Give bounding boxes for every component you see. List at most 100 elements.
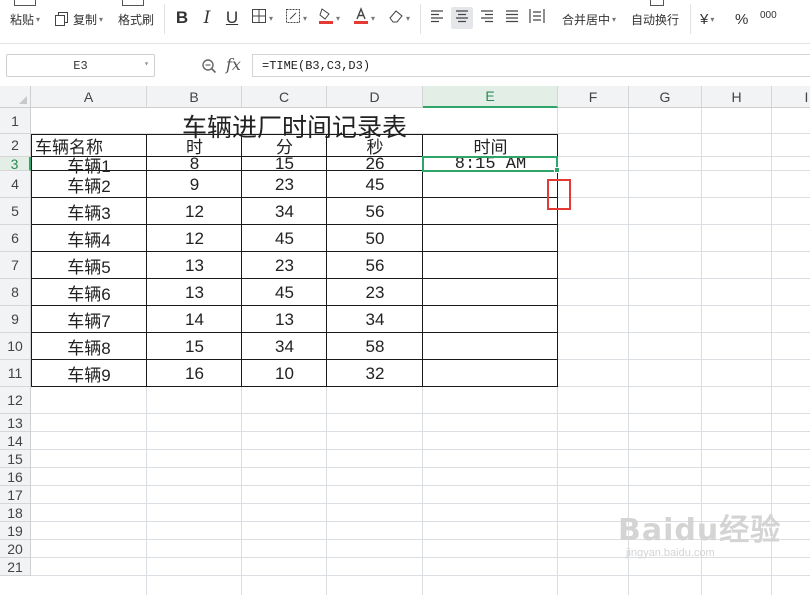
- second-cell[interactable]: 32: [327, 360, 423, 387]
- cell-style-dropdown-icon[interactable]: ▾: [303, 14, 307, 23]
- hour-cell[interactable]: 12: [147, 198, 242, 225]
- align-left-button[interactable]: [427, 7, 447, 29]
- hour-cell[interactable]: 16: [147, 360, 242, 387]
- second-cell[interactable]: 45: [327, 171, 423, 198]
- time-cell[interactable]: [423, 306, 558, 333]
- column-header-c[interactable]: C: [242, 86, 327, 108]
- row-header-5[interactable]: 5: [0, 198, 31, 225]
- fill-color-dropdown-icon[interactable]: ▾: [336, 14, 340, 23]
- hour-cell[interactable]: 8: [147, 154, 242, 173]
- row-header-14[interactable]: 14: [0, 432, 31, 450]
- minute-cell[interactable]: 13: [242, 306, 327, 333]
- copy-dropdown-icon[interactable]: ▾: [99, 15, 103, 24]
- time-cell[interactable]: [423, 252, 558, 279]
- vehicle-name-cell[interactable]: 车辆8: [31, 333, 147, 360]
- vehicle-name-cell[interactable]: 车辆3: [31, 198, 147, 225]
- row-header-15[interactable]: 15: [0, 450, 31, 468]
- row-header-2[interactable]: 2: [0, 134, 31, 157]
- wrap-text-button[interactable]: 自动换行: [631, 0, 679, 38]
- column-header-d[interactable]: D: [327, 86, 423, 108]
- hour-cell[interactable]: 12: [147, 225, 242, 252]
- minute-cell[interactable]: 15: [242, 154, 327, 173]
- row-header-4[interactable]: 4: [0, 171, 31, 198]
- percent-format-button[interactable]: %: [735, 0, 748, 38]
- vehicle-name-cell[interactable]: 车辆5: [31, 252, 147, 279]
- border-dropdown-icon[interactable]: ▾: [269, 14, 273, 23]
- column-header-b[interactable]: B: [147, 86, 242, 108]
- minute-cell[interactable]: 10: [242, 360, 327, 387]
- vehicle-name-cell[interactable]: 车辆1: [31, 157, 147, 176]
- time-cell[interactable]: [423, 225, 558, 252]
- fill-handle[interactable]: [554, 167, 560, 173]
- underline-button[interactable]: U: [222, 7, 242, 29]
- hour-cell[interactable]: 9: [147, 171, 242, 198]
- time-cell[interactable]: [423, 279, 558, 306]
- hour-cell[interactable]: 13: [147, 279, 242, 306]
- second-cell[interactable]: 58: [327, 333, 423, 360]
- clear-format-button[interactable]: ▾: [385, 7, 413, 29]
- minute-cell[interactable]: 23: [242, 252, 327, 279]
- second-cell[interactable]: 34: [327, 306, 423, 333]
- merge-center-button[interactable]: 合并居中 ▾: [562, 0, 616, 38]
- name-box[interactable]: E3 ▾: [6, 54, 155, 77]
- second-cell[interactable]: 56: [327, 252, 423, 279]
- time-cell[interactable]: [423, 198, 558, 225]
- active-cell-outline[interactable]: [422, 156, 558, 172]
- minute-cell[interactable]: 34: [242, 333, 327, 360]
- row-header-17[interactable]: 17: [0, 486, 31, 504]
- vehicle-name-cell[interactable]: 车辆9: [31, 360, 147, 387]
- name-box-dropdown-icon[interactable]: ▾: [144, 59, 149, 69]
- row-header-13[interactable]: 13: [0, 414, 31, 432]
- vehicle-name-cell[interactable]: 车辆2: [31, 171, 147, 198]
- zoom-icon[interactable]: [201, 58, 217, 77]
- minute-cell[interactable]: 45: [242, 279, 327, 306]
- bold-button[interactable]: B: [172, 7, 192, 29]
- cell-style-button[interactable]: ▾: [282, 7, 310, 29]
- insert-function-icon[interactable]: fx: [226, 55, 241, 74]
- vehicle-name-cell[interactable]: 车辆7: [31, 306, 147, 333]
- justify-button[interactable]: [502, 7, 522, 29]
- format-painter-button[interactable]: 格式刷: [118, 0, 154, 38]
- column-header-f[interactable]: F: [558, 86, 629, 108]
- column-header-i[interactable]: I: [772, 86, 810, 108]
- row-header-12[interactable]: 12: [0, 387, 31, 414]
- font-color-button[interactable]: ▾: [350, 7, 378, 29]
- row-header-7[interactable]: 7: [0, 252, 31, 279]
- column-header-h[interactable]: H: [702, 86, 772, 108]
- column-header-g[interactable]: G: [629, 86, 702, 108]
- hour-cell[interactable]: 15: [147, 333, 242, 360]
- align-right-button[interactable]: [477, 7, 497, 29]
- fill-color-button[interactable]: ▾: [315, 7, 343, 29]
- row-header-8[interactable]: 8: [0, 279, 31, 306]
- thousands-separator-button[interactable]: 000: [760, 0, 777, 34]
- distributed-align-button[interactable]: [527, 7, 547, 29]
- row-header-21[interactable]: 21: [0, 558, 31, 576]
- currency-format-button[interactable]: ¥ ▾: [700, 0, 714, 38]
- second-cell[interactable]: 56: [327, 198, 423, 225]
- row-header-6[interactable]: 6: [0, 225, 31, 252]
- formula-input[interactable]: =TIME(B3,C3,D3): [252, 54, 810, 77]
- row-header-9[interactable]: 9: [0, 306, 31, 333]
- vehicle-name-cell[interactable]: 车辆6: [31, 279, 147, 306]
- minute-cell[interactable]: 23: [242, 171, 327, 198]
- hour-cell[interactable]: 13: [147, 252, 242, 279]
- select-all-corner[interactable]: [0, 86, 31, 108]
- border-button[interactable]: ▾: [248, 7, 276, 29]
- clear-format-dropdown-icon[interactable]: ▾: [406, 14, 410, 23]
- vehicle-name-cell[interactable]: 车辆4: [31, 225, 147, 252]
- italic-button[interactable]: I: [198, 7, 216, 29]
- second-cell[interactable]: 26: [327, 154, 423, 173]
- row-header-18[interactable]: 18: [0, 504, 31, 522]
- font-color-dropdown-icon[interactable]: ▾: [371, 14, 375, 23]
- row-header-20[interactable]: 20: [0, 540, 31, 558]
- row-header-16[interactable]: 16: [0, 468, 31, 486]
- time-cell[interactable]: [423, 333, 558, 360]
- column-header-a[interactable]: A: [31, 86, 147, 108]
- minute-cell[interactable]: 45: [242, 225, 327, 252]
- row-header-19[interactable]: 19: [0, 522, 31, 540]
- paste-button[interactable]: 粘贴 ▾: [10, 0, 40, 38]
- row-header-3[interactable]: 3: [0, 156, 31, 172]
- time-cell[interactable]: [423, 171, 558, 198]
- currency-dropdown-icon[interactable]: ▾: [710, 15, 714, 24]
- second-cell[interactable]: 23: [327, 279, 423, 306]
